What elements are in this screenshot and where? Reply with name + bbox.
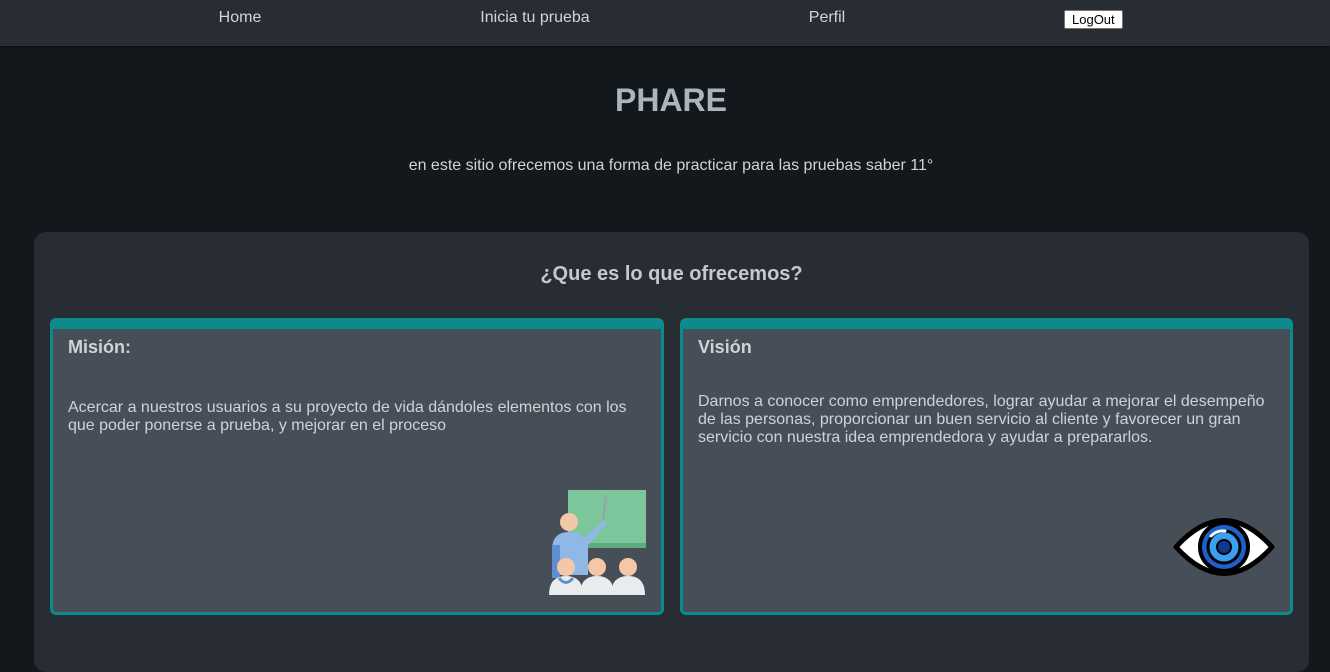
top-navbar: Home Inicia tu prueba Perfil LogOut [0, 0, 1330, 46]
vision-text: Darnos a conocer como emprendedores, log… [698, 393, 1265, 446]
vision-title: Visión [698, 337, 752, 357]
logout-button[interactable]: LogOut [1064, 10, 1123, 29]
mision-title: Misión: [68, 337, 131, 357]
nav-link-perfil[interactable]: Perfil [809, 9, 845, 27]
nav-link-inicia-tu-prueba[interactable]: Inicia tu prueba [480, 9, 589, 27]
page-title: PHARE [614, 82, 727, 118]
nav-link-home[interactable]: Home [219, 9, 262, 27]
mision-text: Acercar a nuestros usuarios a su proyect… [68, 399, 627, 434]
offer-heading: ¿Que es lo que ofrecemos? [540, 263, 803, 285]
eye-icon [1173, 518, 1275, 576]
teacher-classroom-illustration [549, 490, 646, 595]
mision-card: Misión: Acercar a nuestros usuarios a su… [50, 318, 664, 615]
vision-card: Visión Darnos a conocer como emprendedor… [680, 318, 1293, 615]
page-subtitle: en este sitio ofrecemos una forma de pra… [408, 157, 934, 174]
